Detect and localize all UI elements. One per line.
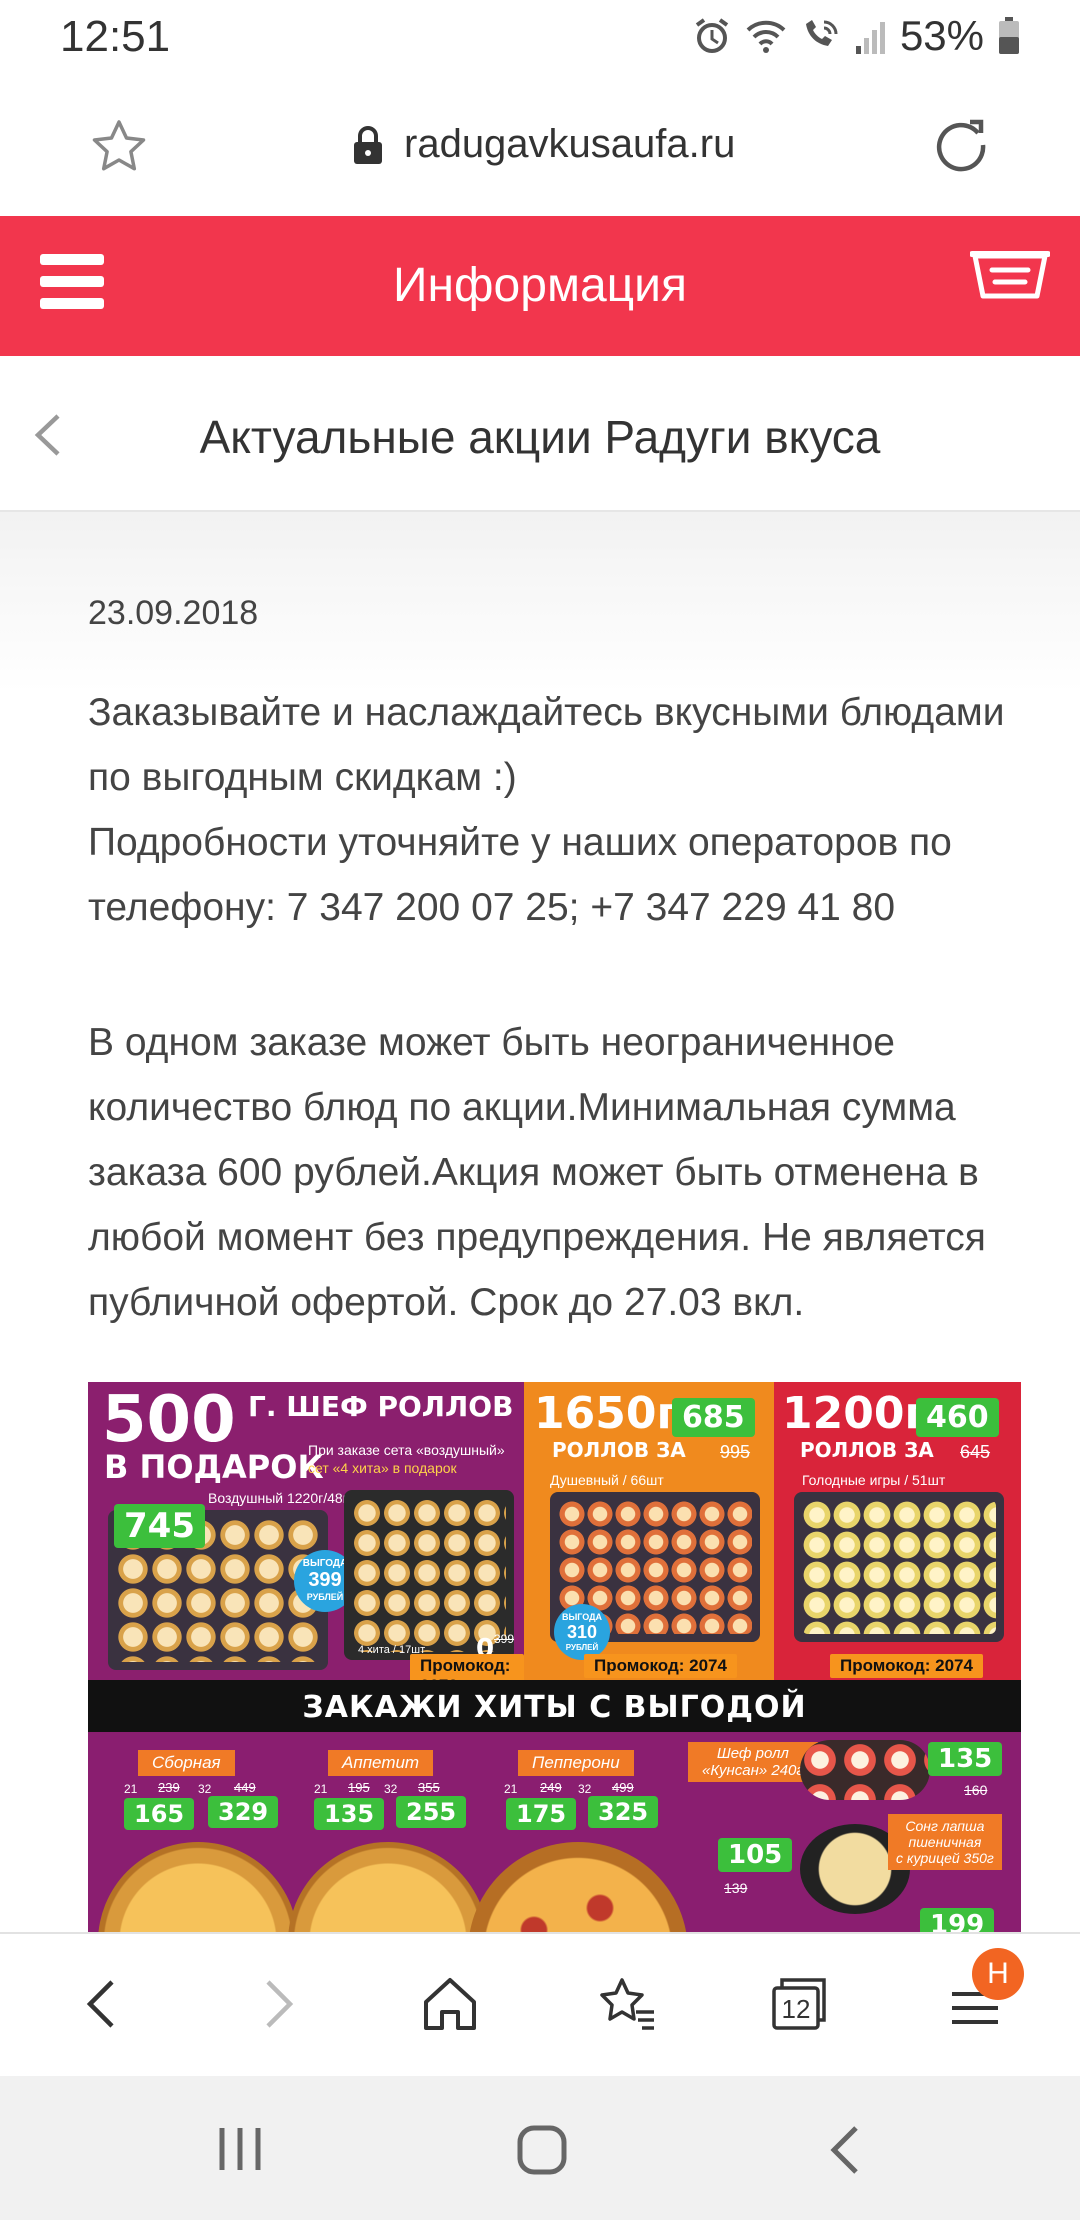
pizza-3-image	[468, 1842, 688, 1932]
battery-icon	[999, 17, 1019, 54]
url-display[interactable]: radugavkusaufa.ru	[352, 122, 735, 167]
roll-offer-image	[800, 1740, 930, 1800]
pizza-3-price32: 325	[588, 1796, 659, 1828]
page-header: Актуальные акции Радуги вкуса	[0, 356, 1080, 512]
home-icon[interactable]	[422, 1974, 478, 2034]
set2-label: Душевный / 66шт	[550, 1472, 664, 1488]
size-large-3: 32	[578, 1782, 592, 1796]
wifi-icon	[746, 20, 786, 53]
bookmark-star-icon[interactable]	[90, 118, 148, 174]
roll-offer-label: Шеф ролл «Кунсан» 240г	[688, 1742, 818, 1782]
page-title: Актуальные акции Радуги вкуса	[199, 411, 881, 463]
gift-headline-text: Г. ШЕФ РОЛЛОВ	[248, 1390, 514, 1423]
gift-headline-number: 500	[102, 1383, 236, 1457]
gift-price: 745	[114, 1504, 205, 1548]
extra-offer-price: 199	[920, 1908, 995, 1932]
roll-offer-price: 135	[928, 1742, 1003, 1776]
set2-old-price: 995	[720, 1442, 751, 1462]
header-title: Информация	[393, 259, 687, 312]
status-icons: 53%	[692, 12, 1020, 60]
system-home-icon[interactable]	[516, 2124, 568, 2176]
promo-code-2: Промокод: 2074	[584, 1654, 737, 1678]
status-time: 12:51	[60, 12, 171, 61]
gift-note-2: сет «4 хита» в подарок	[308, 1460, 457, 1476]
banner-bottom: Сборная 21 239 32 449 165 329 Аппетит 21…	[88, 1732, 1021, 1932]
browser-back-icon[interactable]	[82, 1974, 122, 2034]
cart-icon[interactable]	[970, 244, 1050, 314]
article-paragraph-1: Заказывайте и наслаждайтесь вкусными блю…	[88, 691, 1005, 929]
banner-strip-text: ЗАКАЖИ ХИТЫ С ВЫГОДОЙ	[302, 1690, 807, 1725]
rolls-tray-4	[794, 1492, 1004, 1642]
status-bar: 12:51 53%	[0, 0, 1080, 74]
reload-icon[interactable]	[932, 116, 990, 174]
alarm-icon	[695, 18, 729, 53]
site-header: Информация	[0, 216, 1080, 356]
size-small-3: 21	[504, 1782, 518, 1796]
size-large-2: 32	[384, 1782, 398, 1796]
pizza-1-name: Сборная	[138, 1750, 235, 1776]
roll-offer-old-price: 160	[964, 1782, 988, 1798]
system-navigation-bar	[0, 2076, 1080, 2220]
noodle-offer-label: Сонг лапша пшеничная с курицей 350г	[888, 1814, 1002, 1870]
signal-icon	[855, 22, 885, 54]
banner-top: 500 Г. ШЕФ РОЛЛОВ В ПОДАРОК При заказе с…	[88, 1382, 1021, 1698]
set3-price: 460	[916, 1398, 999, 1437]
pizza-3-name: Пепперони	[518, 1750, 634, 1776]
banner-section-1650: 1650г. РОЛЛОВ ЗА 685 995 Душевный / 66шт…	[524, 1382, 774, 1680]
pizza-1-old21: 239	[158, 1780, 180, 1795]
promo-banner-image[interactable]: 500 Г. ШЕФ РОЛЛОВ В ПОДАРОК При заказе с…	[88, 1382, 1021, 1932]
pizza-1-price21: 165	[124, 1798, 195, 1830]
url-text: radugavkusaufa.ru	[404, 122, 736, 166]
pizza-1-price32: 329	[208, 1796, 279, 1828]
tabs-button[interactable]: 12	[770, 1974, 830, 2034]
gift-headline-line2: В ПОДАРОК	[104, 1448, 324, 1486]
article: 23.09.2018 Заказывайте и наслаждайтесь в…	[0, 512, 1080, 1932]
pizza-2-image	[288, 1842, 488, 1932]
browser-bottom-toolbar: 12 H	[0, 1932, 1080, 2078]
article-date: 23.09.2018	[88, 594, 259, 632]
pizza-2-old32: 355	[418, 1780, 440, 1795]
set2-sub: РОЛЛОВ ЗА	[552, 1438, 686, 1462]
pizza-2-name: Аппетит	[328, 1750, 434, 1776]
banner-section-1200: 1200г. РОЛЛОВ ЗА 460 645 Голодные игры /…	[774, 1382, 1021, 1680]
set3-sub: РОЛЛОВ ЗА	[800, 1438, 934, 1462]
pizza-2-price21: 135	[314, 1798, 385, 1830]
browser-address-bar: radugavkusaufa.ru	[0, 74, 1080, 216]
set2-price: 685	[672, 1398, 755, 1437]
banner-strip: ЗАКАЖИ ХИТЫ С ВЫГОДОЙ	[88, 1680, 1021, 1732]
recent-apps-icon[interactable]	[216, 2124, 264, 2174]
tabs-count: 12	[781, 1994, 811, 2024]
system-back-icon[interactable]	[826, 2124, 866, 2176]
set3-old-price: 645	[960, 1442, 991, 1462]
battery-percent: 53%	[899, 12, 984, 59]
pizza-1-image	[98, 1842, 298, 1932]
set3-label: Голодные игры / 51шт	[802, 1472, 946, 1488]
browser-forward-icon[interactable]	[258, 1974, 298, 2034]
article-paragraph-2: В одном заказе может быть неограниченное…	[88, 1021, 986, 1324]
noodle-offer-old-price: 139	[724, 1880, 748, 1896]
size-small-2: 21	[314, 1782, 328, 1796]
pizza-1-old32: 449	[234, 1780, 256, 1795]
gift-old-price: 399	[494, 1632, 515, 1646]
size-large-1: 32	[198, 1782, 212, 1796]
gift-note-1: При заказе сета «воздушный»	[308, 1442, 505, 1458]
banner-section-gift: 500 Г. ШЕФ РОЛЛОВ В ПОДАРОК При заказе с…	[88, 1382, 524, 1698]
size-small-1: 21	[124, 1782, 138, 1796]
pizza-2-price32: 255	[396, 1796, 467, 1828]
profile-badge[interactable]: H	[972, 1948, 1024, 2000]
pizza-3-price21: 175	[506, 1798, 577, 1830]
pizza-3-old32: 499	[612, 1780, 634, 1795]
bookmarks-icon[interactable]	[598, 1974, 658, 2034]
pizza-3-old21: 249	[540, 1780, 562, 1795]
noodle-offer-price: 105	[718, 1838, 793, 1872]
pizza-2-old21: 195	[348, 1780, 370, 1795]
set2-savings-badge: ВЫГОДА 310 РУБЛЕЙ	[554, 1604, 610, 1660]
promo-code-3: Промокод: 2074	[830, 1654, 983, 1678]
wifi-calling-icon	[805, 20, 838, 46]
gift-set-label: Воздушный 1220г/48шт	[208, 1490, 361, 1506]
lock-icon	[354, 125, 382, 164]
